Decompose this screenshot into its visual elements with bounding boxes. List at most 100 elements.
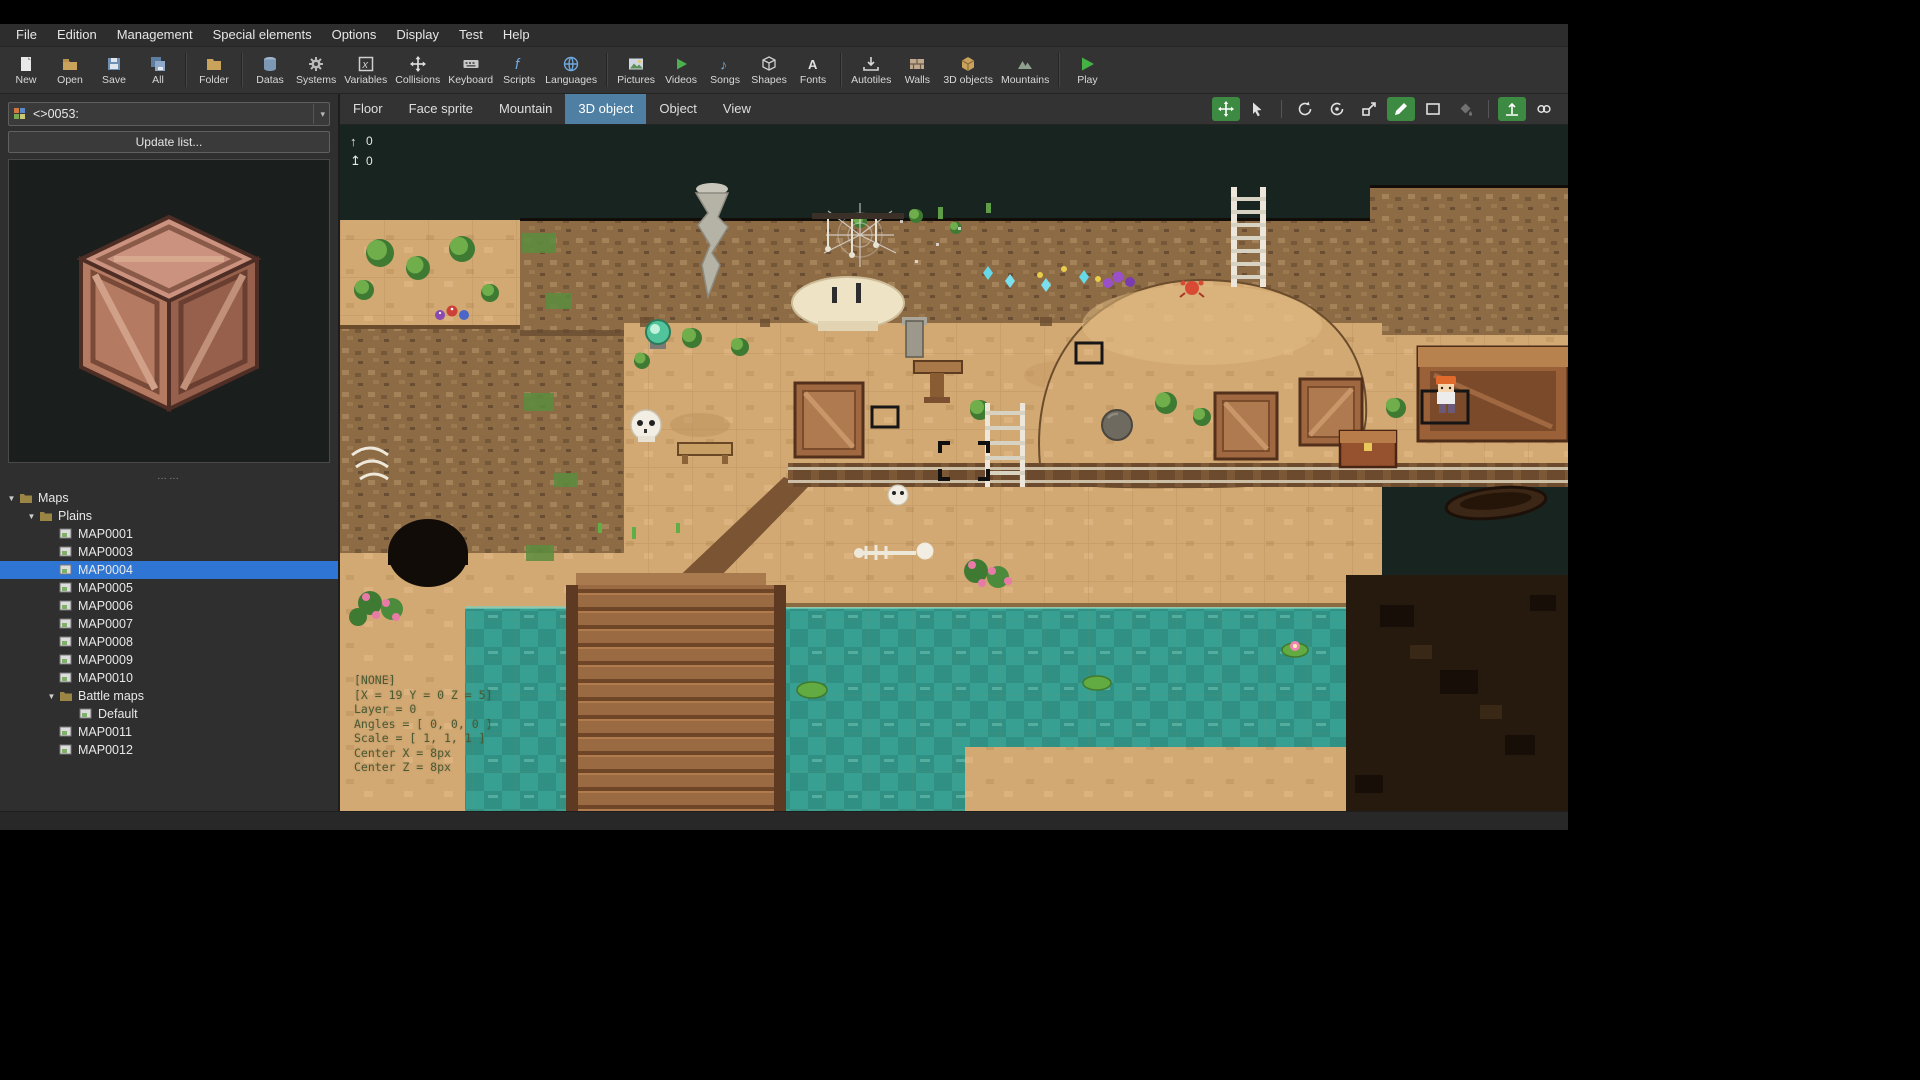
menu-special-elements[interactable]: Special elements (203, 24, 322, 46)
toolbar-play-button[interactable]: Play (1065, 53, 1109, 87)
toolbar-videos-button[interactable]: Videos (659, 53, 703, 87)
menu-help[interactable]: Help (493, 24, 540, 46)
skull-prop-small (887, 484, 909, 506)
toolbar-keyboard-button[interactable]: Keyboard (444, 53, 497, 87)
toolbar-pictures-button[interactable]: Pictures (613, 53, 659, 87)
map-icon (59, 672, 73, 684)
map-icon (59, 600, 73, 612)
toolbar-scripts-button[interactable]: f Scripts (497, 53, 541, 87)
videos-icon (672, 55, 690, 73)
tree-item-map0004[interactable]: MAP0004 (0, 561, 338, 579)
overlay-line: Center X = 8px (354, 745, 451, 760)
texture-thumbnail-icon (13, 107, 27, 121)
new-file-icon (17, 55, 35, 73)
texture-select[interactable]: <>0053: ▾ (8, 102, 330, 126)
menu-display[interactable]: Display (386, 24, 449, 46)
toolbar-folder-button[interactable]: Folder (192, 53, 236, 87)
link-tool-button[interactable] (1530, 97, 1558, 121)
cursor-info-overlay: [NONE] [X = 19 Y = 0 Z = 5] Layer = 0 An… (354, 673, 492, 775)
map-3d-viewport[interactable]: ↑ 0 ↥ 0 [NONE] [X = 19 Y = 0 Z = 5] Laye… (340, 125, 1568, 811)
tab-mountain[interactable]: Mountain (486, 94, 565, 124)
raise-height-control[interactable]: ↑ 0 (350, 131, 373, 151)
tree-item-default[interactable]: Default (0, 705, 338, 723)
toolbar-shapes-button[interactable]: Shapes (747, 53, 791, 87)
expand-arrow-icon[interactable]: ▼ (24, 512, 39, 521)
tree-item-map0012[interactable]: MAP0012 (0, 741, 338, 759)
expand-arrow-icon[interactable]: ▼ (4, 494, 19, 503)
toolbar-languages-button[interactable]: Languages (541, 53, 601, 87)
folder-icon (205, 55, 223, 73)
left-platform (340, 220, 520, 329)
tree-item-map0011[interactable]: MAP0011 (0, 723, 338, 741)
toolbar-new-button[interactable]: New (4, 53, 48, 87)
collisions-icon (409, 55, 427, 73)
tree-item-map0003[interactable]: MAP0003 (0, 543, 338, 561)
menu-edition[interactable]: Edition (47, 24, 107, 46)
rotate-free-tool-button[interactable] (1323, 97, 1351, 121)
toolbar-3d-objects-button[interactable]: 3D objects (939, 53, 997, 87)
panel-splitter[interactable]: …… (0, 463, 338, 489)
tree-item-map0005[interactable]: MAP0005 (0, 579, 338, 597)
toolbar-collisions-button[interactable]: Collisions (391, 53, 444, 87)
move-cursor-tool-button[interactable] (1244, 97, 1272, 121)
pencil-tool-button[interactable] (1387, 97, 1415, 121)
tab-view[interactable]: View (710, 94, 764, 124)
tree-item-maps[interactable]: ▼ Maps (0, 489, 338, 507)
bottom-sand-strip (965, 747, 1347, 811)
rectangle-tool-button[interactable] (1419, 97, 1447, 121)
left-panel: <>0053: ▾ Update list... …… ▼ Maps ▼ Pla… (0, 94, 340, 811)
layer-height-value: 0 (366, 154, 373, 168)
scripts-icon: f (510, 55, 528, 73)
scale-tool-button[interactable] (1355, 97, 1383, 121)
toolbar-separator (241, 53, 243, 87)
svg-text:♪: ♪ (720, 57, 727, 73)
map-icon (59, 636, 73, 648)
tree-item-map0010[interactable]: MAP0010 (0, 669, 338, 687)
menu-management[interactable]: Management (107, 24, 203, 46)
tree-item-map0006[interactable]: MAP0006 (0, 597, 338, 615)
update-list-button[interactable]: Update list... (8, 131, 330, 153)
tree-item-map0001[interactable]: MAP0001 (0, 525, 338, 543)
editor-tab-bar: Floor Face sprite Mountain 3D object Obj… (340, 94, 1568, 125)
object-3d-preview[interactable] (8, 159, 330, 463)
toolbar-mountains-button[interactable]: Mountains (997, 53, 1053, 87)
tab-floor[interactable]: Floor (340, 94, 396, 124)
translate-icon (1218, 101, 1234, 117)
dark-pit (1346, 575, 1568, 811)
toolbar-autotiles-button[interactable]: Autotiles (847, 53, 895, 87)
toolbar-open-button[interactable]: Open (48, 53, 92, 87)
languages-icon (562, 55, 580, 73)
tab-3d-object[interactable]: 3D object (565, 94, 647, 124)
rotate-tool-button[interactable] (1291, 97, 1319, 121)
move-cursor-icon (1253, 102, 1262, 117)
expand-arrow-icon[interactable]: ▼ (44, 692, 59, 701)
height-tool-button[interactable] (1498, 97, 1526, 121)
toolbar-walls-button[interactable]: Walls (895, 53, 939, 87)
cave-entrance (388, 519, 468, 587)
menu-file[interactable]: File (6, 24, 47, 46)
tree-item-map0007[interactable]: MAP0007 (0, 615, 338, 633)
autotiles-icon (862, 55, 880, 73)
toolbar-systems-button[interactable]: Systems (292, 53, 340, 87)
paint-bucket-tool-button[interactable] (1451, 97, 1479, 121)
svg-text:x: x (361, 59, 368, 71)
tree-item-map0009[interactable]: MAP0009 (0, 651, 338, 669)
translate-tool-button[interactable] (1212, 97, 1240, 121)
tab-object[interactable]: Object (646, 94, 710, 124)
toolbar-songs-button[interactable]: ♪ Songs (703, 53, 747, 87)
tree-item-battle-maps[interactable]: ▼ Battle maps (0, 687, 338, 705)
toolbar-fonts-button[interactable]: A Fonts (791, 53, 835, 87)
tree-item-map0008[interactable]: MAP0008 (0, 633, 338, 651)
tab-face-sprite[interactable]: Face sprite (396, 94, 486, 124)
map-icon (59, 546, 73, 558)
menu-options[interactable]: Options (322, 24, 387, 46)
menu-test[interactable]: Test (449, 24, 493, 46)
datas-icon (261, 55, 279, 73)
toolbar-variables-button[interactable]: x Variables (340, 53, 391, 87)
toolbar-save-button[interactable]: Save (92, 53, 136, 87)
map-icon (59, 528, 73, 540)
tree-item-plains[interactable]: ▼ Plains (0, 507, 338, 525)
raise-layer-control[interactable]: ↥ 0 (350, 151, 373, 171)
toolbar-save-all-button[interactable]: All (136, 53, 180, 87)
toolbar-datas-button[interactable]: Datas (248, 53, 292, 87)
